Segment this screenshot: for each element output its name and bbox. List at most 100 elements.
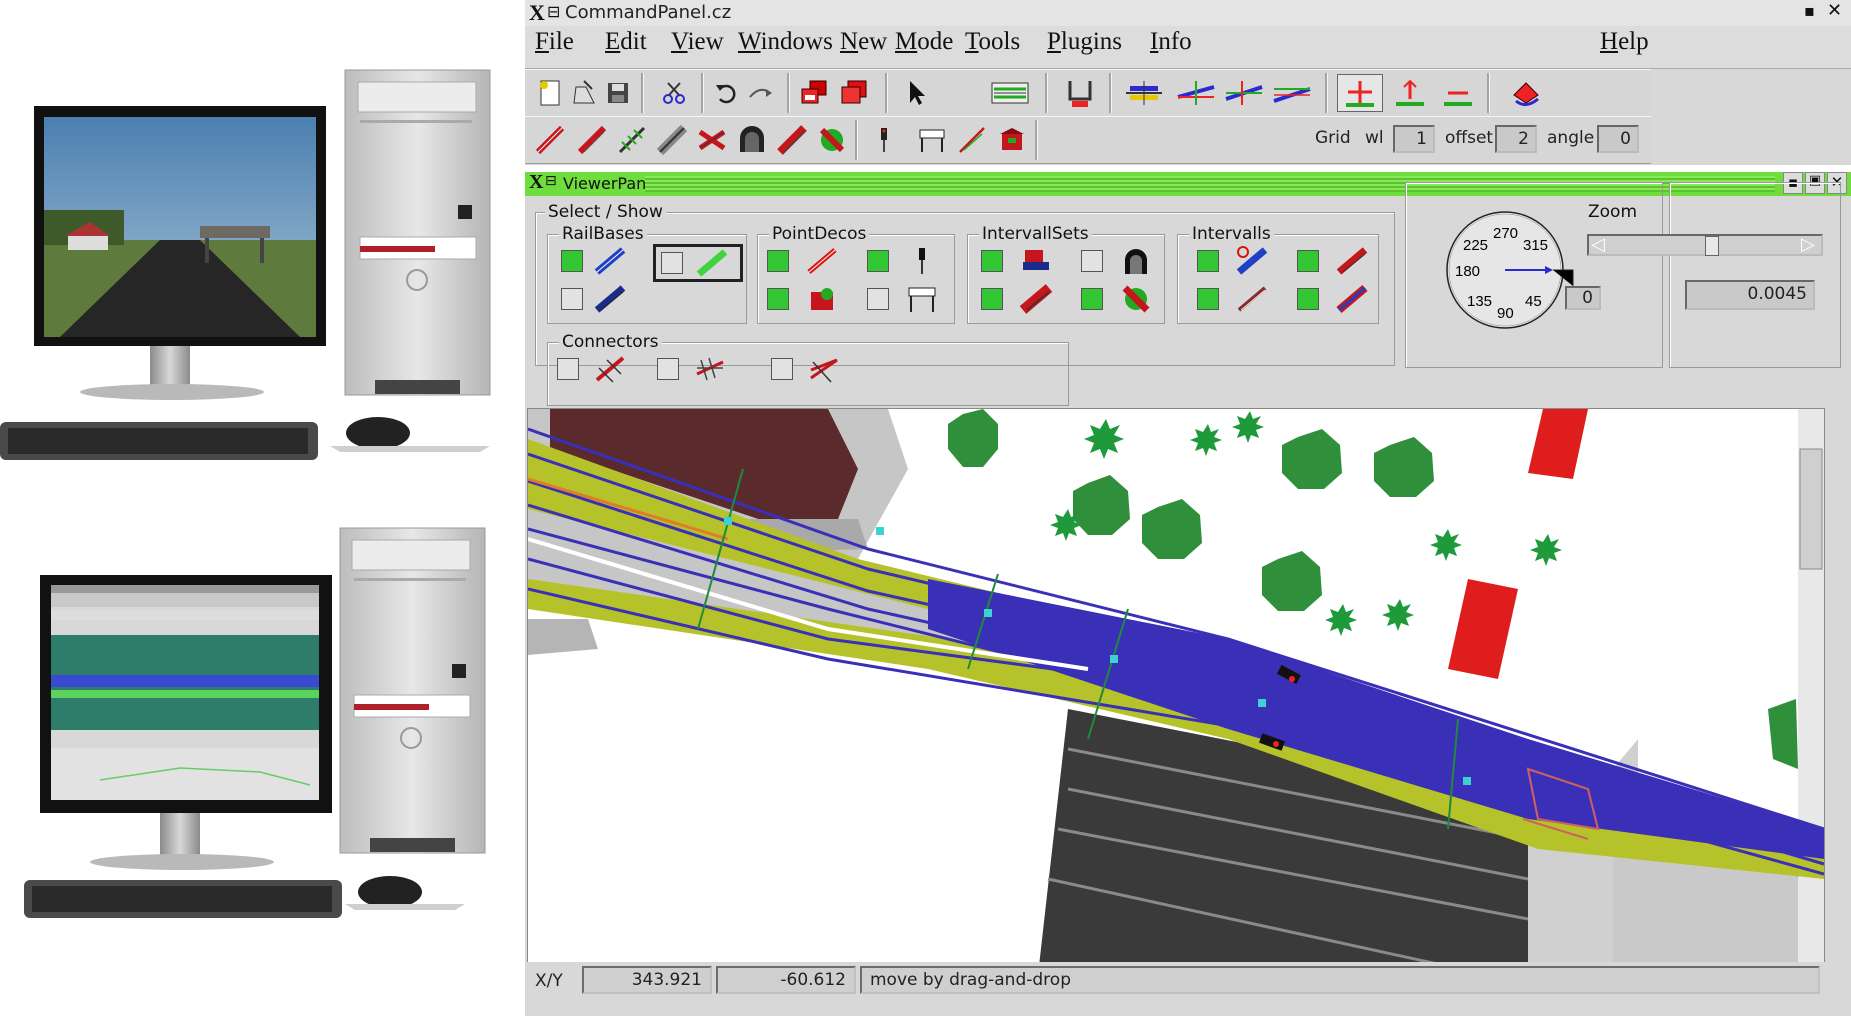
command-panel-titlebar[interactable]: X ⊟ CommandPanel.cz ▪ ✕ [525, 0, 1851, 27]
intervallsets-show-checkbox-3[interactable] [1081, 288, 1103, 310]
compass-angle-field[interactable]: 0 [1565, 286, 1601, 310]
deco-rail-red-icon [807, 248, 837, 274]
zoom-left-arrow-icon[interactable]: ◁ [1591, 234, 1605, 255]
cut-icon[interactable] [655, 74, 693, 112]
branch-track-icon[interactable] [1269, 74, 1315, 112]
compass-label-180: 180 [1455, 263, 1480, 280]
toolbar-row-2: Grid wl 1 offset 2 angle 0 [525, 116, 1651, 164]
intervallset-tunnel-icon [1125, 249, 1147, 274]
magnet-tool-icon[interactable] [1061, 74, 1099, 112]
new-file-icon[interactable] [531, 74, 569, 112]
toolbar-separator [641, 73, 644, 113]
grid-wl-label: wl [1365, 128, 1384, 148]
toolbar-row-1 [525, 69, 1651, 117]
x-window-logo-icon: X [529, 171, 544, 193]
command-panel-title: CommandPanel.cz [565, 2, 732, 23]
connectors-select-checkbox-3[interactable] [771, 358, 793, 380]
menu-view[interactable]: View [671, 28, 724, 56]
rotate-object-icon[interactable] [1503, 74, 1549, 112]
rail-bed-icon[interactable] [653, 121, 691, 159]
rail-green-icon [696, 249, 728, 277]
pointdecos-select-checkbox[interactable] [867, 288, 889, 310]
align-horizontal-icon[interactable] [1121, 74, 1167, 112]
intervall-redblue-icon [1336, 284, 1368, 314]
rail-double-icon[interactable] [573, 121, 611, 159]
select-pointer-icon[interactable] [897, 74, 935, 112]
track-viewer-canvas[interactable] [527, 408, 1825, 976]
intervallset-switch-icon [1122, 285, 1150, 313]
toolbar-separator [787, 73, 790, 113]
redo-icon[interactable] [741, 74, 779, 112]
remove-point-icon[interactable] [1435, 74, 1481, 112]
window-menu-icon[interactable]: ⊟ [547, 2, 560, 21]
zoom-slider-thumb[interactable] [1705, 236, 1719, 256]
rail-straight-icon[interactable] [531, 121, 569, 159]
railbases-green-checkbox[interactable] [661, 252, 683, 274]
railbases-select-checkbox[interactable] [561, 288, 583, 310]
deco-signal-icon [919, 248, 925, 274]
tunnel-icon[interactable] [733, 121, 771, 159]
menu-file[interactable]: File [535, 28, 574, 56]
menu-new[interactable]: New [840, 28, 887, 56]
track-map[interactable] [528, 409, 1824, 975]
open-file-icon[interactable] [565, 74, 603, 112]
rail-blue-dark-icon [594, 285, 626, 313]
connectors-select-checkbox-2[interactable] [657, 358, 679, 380]
close-icon[interactable]: ✕ [1827, 0, 1842, 21]
x-window-logo-icon: X [529, 0, 545, 25]
signal-icon[interactable] [865, 121, 903, 159]
intervalls-show-checkbox-1[interactable] [1197, 250, 1219, 272]
intervallsets-show-checkbox-1[interactable] [981, 250, 1003, 272]
menu-windows[interactable]: Windows [738, 28, 833, 56]
station-sign-icon[interactable] [913, 121, 951, 159]
intervalls-show-checkbox-4[interactable] [1297, 288, 1319, 310]
menu-help[interactable]: Help [1600, 28, 1649, 56]
grid-wl-field[interactable]: 1 [1393, 125, 1435, 153]
intervallsets-select-checkbox[interactable] [1081, 250, 1103, 272]
grid-offset-field[interactable]: 2 [1495, 125, 1537, 153]
status-xy-label: X/Y [535, 971, 563, 991]
menu-bar: File Edit View Windows New Mode Tools Pl… [525, 26, 1851, 69]
rail-sleepers-icon[interactable] [613, 121, 651, 159]
rail-crossing-icon[interactable] [693, 121, 731, 159]
window-menu-icon[interactable]: ⊟ [545, 173, 557, 189]
menu-info[interactable]: Info [1150, 28, 1192, 56]
pointdecos-show-checkbox-3[interactable] [767, 288, 789, 310]
window-stack-icon[interactable] [835, 74, 873, 112]
add-point-icon[interactable] [1337, 74, 1383, 112]
switch-icon[interactable] [813, 121, 851, 159]
connectors-select-checkbox-1[interactable] [557, 358, 579, 380]
pointdecos-show-checkbox-1[interactable] [767, 250, 789, 272]
zoom-right-arrow-icon[interactable]: ▷ [1801, 234, 1815, 255]
menu-tools[interactable]: Tools [965, 28, 1020, 56]
track-overview-icon[interactable] [987, 74, 1033, 112]
move-point-icon[interactable] [1387, 74, 1433, 112]
menu-plugins[interactable]: Plugins [1047, 28, 1122, 56]
pointdecos-label: PointDecos [769, 224, 870, 244]
intervallsets-label: IntervallSets [979, 224, 1092, 244]
pointdecos-show-checkbox-2[interactable] [867, 250, 889, 272]
undo-icon[interactable] [707, 74, 745, 112]
menu-edit[interactable]: Edit [605, 28, 647, 56]
save-icon[interactable] [599, 74, 637, 112]
building-icon[interactable] [993, 121, 1031, 159]
compass-label-270: 270 [1493, 225, 1518, 242]
split-track-icon[interactable] [1173, 74, 1219, 112]
zoom-slider[interactable]: ◁ ▷ [1587, 234, 1823, 256]
intervalls-show-checkbox-3[interactable] [1197, 288, 1219, 310]
grid-angle-field[interactable]: 0 [1597, 125, 1639, 153]
menu-mode[interactable]: Mode [895, 28, 953, 56]
catenary-icon[interactable] [953, 121, 991, 159]
window-copy-icon[interactable] [795, 74, 833, 112]
bridge-icon[interactable] [773, 121, 811, 159]
intervalls-label: Intervalls [1189, 224, 1274, 244]
compass-label-135: 135 [1467, 293, 1492, 310]
minimize-icon[interactable]: ▪ [1804, 1, 1815, 20]
railbases-label: RailBases [559, 224, 647, 244]
intervalls-show-checkbox-2[interactable] [1297, 250, 1319, 272]
railbases-show-checkbox[interactable] [561, 250, 583, 272]
intervallsets-show-checkbox-2[interactable] [981, 288, 1003, 310]
intervall-brown-icon [1237, 286, 1267, 312]
zoom-value-field[interactable]: 0.0045 [1685, 280, 1815, 310]
join-track-icon[interactable] [1221, 74, 1267, 112]
